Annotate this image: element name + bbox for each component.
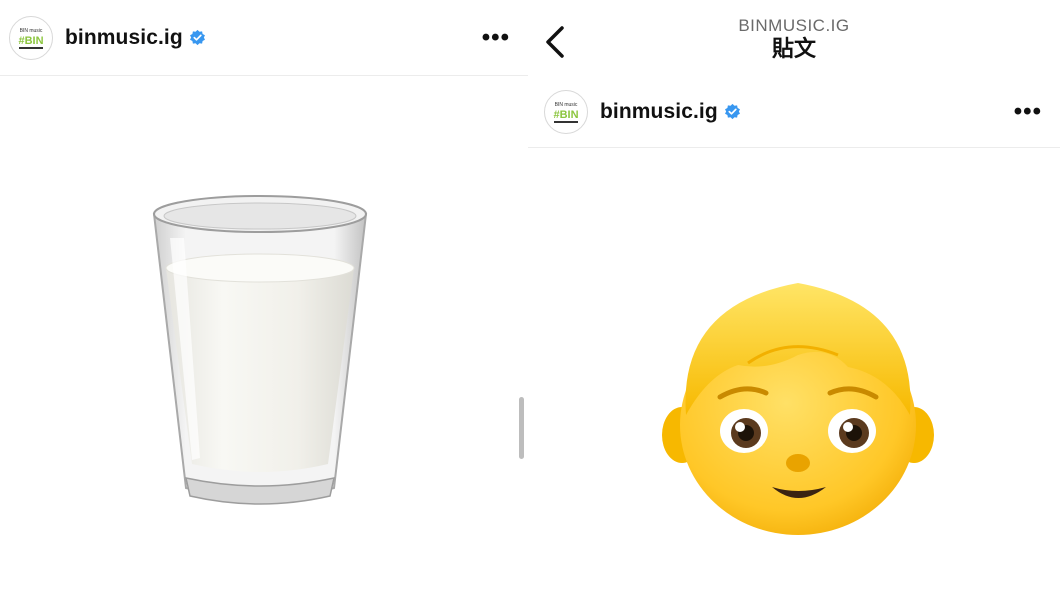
right-post-panel: BINMUSIC.IG 貼文 BIN music #BIN binmusic.i…	[528, 0, 1060, 596]
post-header: BIN music #BIN binmusic.ig •••	[528, 76, 1060, 148]
bin-logo: BIN music #BIN	[553, 102, 579, 123]
boy-emoji-image	[662, 283, 934, 535]
nav-title-group: BINMUSIC.IG 貼文	[528, 16, 1060, 62]
avatar[interactable]: BIN music #BIN	[9, 15, 53, 60]
verified-badge-icon	[189, 29, 205, 46]
svg-text:#BIN: #BIN	[553, 109, 578, 121]
nav-bar: BINMUSIC.IG 貼文	[528, 0, 1060, 76]
svg-text:#BIN: #BIN	[18, 35, 43, 47]
milk-glass-image	[152, 195, 368, 505]
more-options-button[interactable]: •••	[1014, 99, 1042, 124]
post-header: BIN music #BIN binmusic.ig •••	[0, 0, 528, 76]
svg-text:BIN music: BIN music	[555, 102, 578, 108]
verified-badge-icon	[724, 103, 740, 120]
bin-logo: BIN music #BIN	[18, 28, 44, 49]
nav-subtitle: BINMUSIC.IG	[738, 16, 850, 35]
avatar[interactable]: BIN music #BIN	[544, 89, 588, 134]
nav-title: 貼文	[771, 36, 816, 61]
scrollbar[interactable]	[519, 397, 524, 459]
svg-text:BIN music: BIN music	[20, 28, 43, 34]
left-post-panel: BIN music #BIN binmusic.ig •••	[0, 0, 528, 596]
more-options-button[interactable]: •••	[482, 25, 510, 50]
username[interactable]: binmusic.ig	[600, 100, 718, 124]
username[interactable]: binmusic.ig	[65, 26, 183, 50]
